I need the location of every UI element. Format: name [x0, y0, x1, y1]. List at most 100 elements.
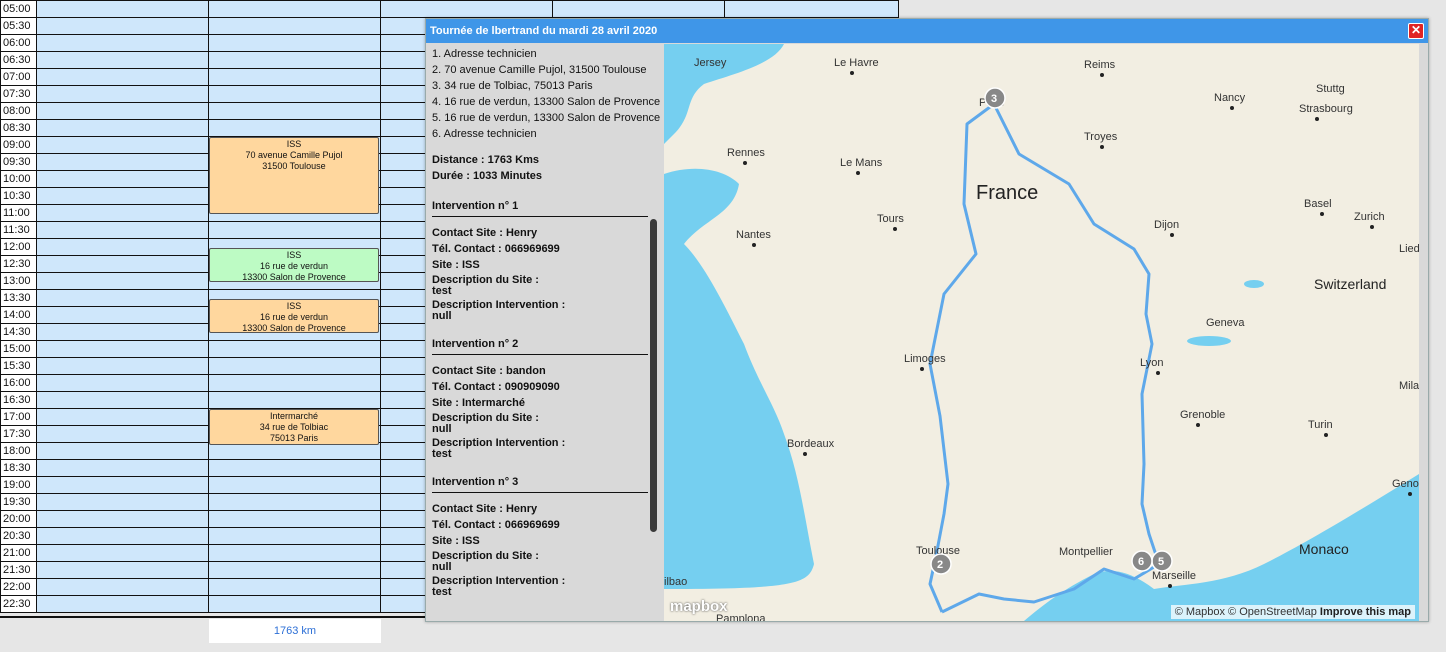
contact-label: Contact Site : — [432, 227, 503, 239]
schedule-cell[interactable] — [36, 51, 209, 69]
schedule-cell[interactable] — [36, 527, 209, 545]
route-map[interactable]: Le HavreReimsJerseyParisNancyStuttgStras… — [664, 44, 1419, 621]
schedule-cell[interactable] — [36, 306, 209, 324]
event-intermarche-paris[interactable]: Intermarché 34 rue de Tolbiac 75013 Pari… — [209, 409, 379, 445]
city-label: Montpellier — [1059, 546, 1113, 558]
schedule-cell[interactable] — [36, 408, 209, 426]
schedule-cell[interactable] — [36, 221, 209, 239]
schedule-cell[interactable] — [36, 170, 209, 188]
schedule-cell[interactable] — [36, 0, 209, 18]
schedule-cell[interactable] — [36, 391, 209, 409]
event-city: 13300 Salon de Provence — [242, 272, 346, 282]
schedule-cell[interactable] — [208, 510, 381, 528]
schedule-cell[interactable] — [208, 221, 381, 239]
panel-scrollbar[interactable] — [650, 219, 657, 532]
schedule-cell[interactable] — [36, 255, 209, 273]
schedule-cell[interactable] — [208, 340, 381, 358]
schedule-cell[interactable] — [36, 238, 209, 256]
route-marker[interactable]: 3 — [984, 87, 1006, 109]
schedule-cell[interactable] — [208, 374, 381, 392]
schedule-cell[interactable] — [36, 544, 209, 562]
time-slot-label: 15:00 — [0, 340, 37, 358]
time-slot-label: 18:30 — [0, 459, 37, 477]
schedule-cell[interactable] — [36, 204, 209, 222]
schedule-cell[interactable] — [36, 374, 209, 392]
schedule-cell[interactable] — [208, 0, 381, 18]
schedule-cell[interactable] — [208, 578, 381, 596]
schedule-cell[interactable] — [208, 493, 381, 511]
city-label: Jersey — [694, 57, 727, 69]
schedule-cell[interactable] — [36, 34, 209, 52]
schedule-cell[interactable] — [36, 476, 209, 494]
schedule-cell[interactable] — [208, 391, 381, 409]
schedule-cell[interactable] — [208, 102, 381, 120]
schedule-cell[interactable] — [208, 459, 381, 477]
improve-map-link[interactable]: Improve this map — [1320, 606, 1411, 618]
time-slot-label: 13:30 — [0, 289, 37, 307]
close-button[interactable]: ✕ — [1408, 23, 1424, 39]
site-row: Site : ISS — [432, 257, 664, 273]
schedule-cell[interactable] — [36, 102, 209, 120]
city-name: Le Havre — [834, 57, 879, 69]
intervention-title: Intervention n° 3 — [432, 476, 519, 488]
desc-intervention-value: test — [432, 448, 452, 460]
route-marker[interactable]: 5 — [1151, 550, 1173, 572]
route-marker[interactable]: 6 — [1131, 550, 1153, 572]
schedule-cell[interactable] — [36, 595, 209, 613]
city-name: Lyon — [1140, 357, 1163, 369]
schedule-cell[interactable] — [36, 17, 209, 35]
attribution-text[interactable]: © Mapbox © OpenStreetMap — [1175, 606, 1317, 618]
schedule-cell[interactable] — [36, 187, 209, 205]
schedule-cell[interactable] — [208, 34, 381, 52]
schedule-cell[interactable] — [36, 323, 209, 341]
schedule-cell[interactable] — [208, 51, 381, 69]
schedule-cell[interactable] — [36, 442, 209, 460]
contact-label: Contact Site : — [432, 503, 503, 515]
mapbox-logo[interactable]: mapbox — [670, 598, 728, 615]
schedule-cell[interactable] — [36, 510, 209, 528]
time-slot-label: 06:30 — [0, 51, 37, 69]
schedule-cell[interactable] — [36, 340, 209, 358]
tour-details-panel[interactable]: 1. Adresse technicien 2. 70 avenue Camil… — [426, 44, 664, 621]
schedule-cell[interactable] — [208, 544, 381, 562]
schedule-cell[interactable] — [36, 578, 209, 596]
schedule-cell[interactable] — [36, 357, 209, 375]
city-label: Zurich — [1354, 211, 1385, 229]
schedule-cell[interactable] — [208, 85, 381, 103]
stop-item: 5. 16 rue de verdun, 13300 Salon de Prov… — [432, 112, 661, 124]
schedule-cell[interactable] — [36, 493, 209, 511]
schedule-cell[interactable] — [208, 595, 381, 613]
schedule-cell[interactable] — [208, 442, 381, 460]
schedule-cell[interactable] — [208, 527, 381, 545]
schedule-cell[interactable] — [36, 119, 209, 137]
schedule-cell[interactable] — [208, 68, 381, 86]
schedule-cell[interactable] — [36, 85, 209, 103]
stop-item: 1. Adresse technicien — [432, 48, 537, 60]
schedule-cell[interactable] — [36, 459, 209, 477]
schedule-cell[interactable] — [36, 289, 209, 307]
schedule-cell[interactable] — [208, 17, 381, 35]
schedule-cell[interactable] — [36, 153, 209, 171]
schedule-cell[interactable] — [208, 357, 381, 375]
schedule-cell[interactable] — [36, 136, 209, 154]
schedule-cell[interactable] — [208, 119, 381, 137]
schedule-cell[interactable] — [36, 68, 209, 86]
contact-value: Henry — [505, 227, 538, 239]
event-iss-toulouse[interactable]: ISS 70 avenue Camille Pujol 31500 Toulou… — [209, 137, 379, 214]
schedule-cell[interactable] — [36, 561, 209, 579]
schedule-cell[interactable] — [36, 272, 209, 290]
event-iss-salon-2[interactable]: ISS 16 rue de verdun 13300 Salon de Prov… — [209, 299, 379, 333]
event-iss-salon-1[interactable]: ISS 16 rue de verdun 13300 Salon de Prov… — [209, 248, 379, 282]
schedule-cell[interactable] — [724, 0, 899, 18]
schedule-cell[interactable] — [36, 425, 209, 443]
desc-intervention-value: null — [432, 310, 452, 322]
city-dot — [752, 243, 756, 247]
time-slot-label: 08:00 — [0, 102, 37, 120]
schedule-cell[interactable] — [208, 561, 381, 579]
time-slot-label: 14:30 — [0, 323, 37, 341]
route-marker[interactable]: 2 — [930, 553, 952, 575]
schedule-cell[interactable] — [552, 0, 725, 18]
schedule-cell[interactable] — [380, 0, 553, 18]
schedule-cell[interactable] — [208, 476, 381, 494]
time-slot-label: 07:30 — [0, 85, 37, 103]
